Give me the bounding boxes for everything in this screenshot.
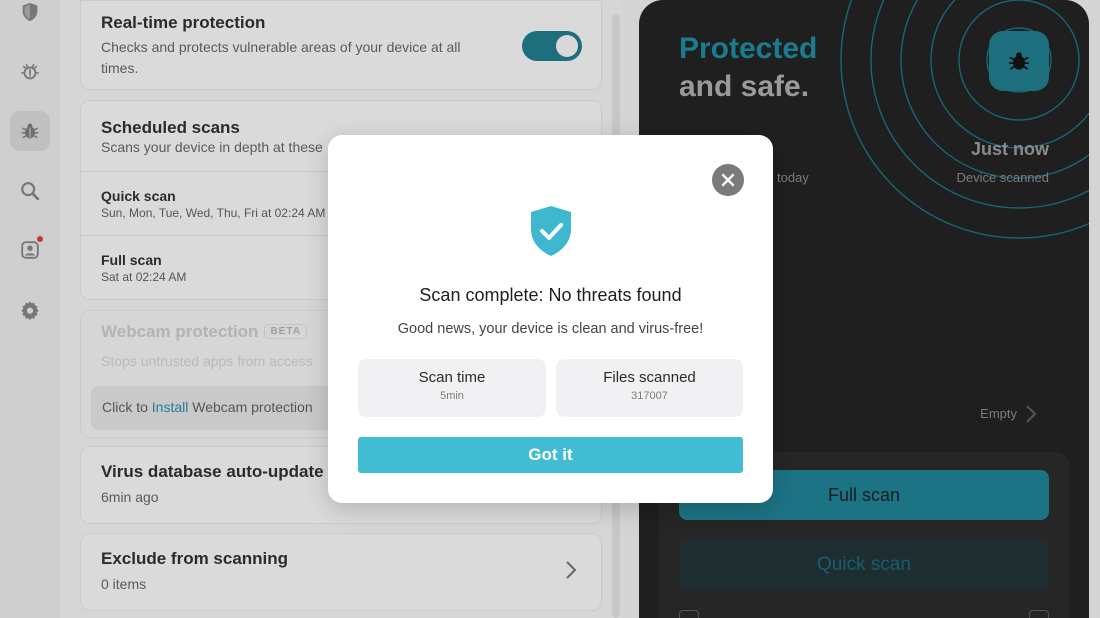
- files-scanned-box: Files scanned 317007: [556, 359, 743, 417]
- realtime-description: Checks and protects vulnerable areas of …: [101, 39, 461, 76]
- last-scan-label: Device scanned: [956, 170, 1050, 185]
- got-it-button[interactable]: Got it: [358, 437, 743, 473]
- nav-shield[interactable]: [10, 0, 50, 32]
- webcam-title-text: Webcam protection: [101, 322, 259, 341]
- shield-check-icon: [531, 206, 571, 256]
- scan-time-value: 5min: [440, 390, 464, 402]
- database-title: Virus database auto-update: [101, 462, 324, 481]
- quarantine-empty[interactable]: Empty: [980, 406, 1017, 421]
- corner-box: [679, 610, 699, 618]
- alert-bug-icon: [21, 63, 39, 80]
- corner-box: [1029, 610, 1049, 618]
- headline-line-1: Protected: [679, 32, 818, 65]
- notification-dot: [37, 236, 43, 242]
- search-icon: [21, 182, 40, 201]
- gear-icon: [21, 301, 39, 321]
- quick-scan-button[interactable]: Quick scan: [679, 540, 1049, 590]
- scheduled-description: Scans your device in depth at these: [101, 139, 323, 155]
- realtime-protection-card: Real-time protection Checks and protects…: [80, 0, 602, 90]
- full-scan-schedule[interactable]: Full scan Sat at 02:24 AM: [101, 252, 186, 284]
- scheduled-title: Scheduled scans: [101, 118, 240, 137]
- nav-account[interactable]: [10, 230, 50, 270]
- exclude-title: Exclude from scanning: [101, 549, 289, 568]
- install-suffix: Webcam protection: [188, 399, 313, 415]
- account-icon: [21, 241, 39, 259]
- scan-complete-dialog: Scan complete: No threats found Good new…: [328, 135, 773, 503]
- bug-icon: [1008, 52, 1030, 70]
- toggle-knob: [556, 35, 578, 57]
- beta-badge: BETA: [264, 324, 307, 339]
- scan-time-box: Scan time 5min: [358, 359, 546, 417]
- nav-alerts[interactable]: [10, 52, 50, 92]
- sidebar: [0, 0, 60, 618]
- nav-scan[interactable]: [10, 111, 50, 151]
- today-label: today: [777, 170, 809, 185]
- last-scan-value: Just now: [970, 139, 1049, 159]
- install-prefix: Click to: [102, 399, 152, 415]
- files-scanned-label: Files scanned: [603, 369, 696, 386]
- files-scanned-value: 317007: [631, 390, 668, 402]
- quick-scan-days: Sun, Mon, Tue, Wed, Thu, Fri at 02:24 AM: [101, 206, 326, 220]
- exclude-count: 0 items: [101, 576, 147, 592]
- headline-line-2: and safe.: [679, 70, 810, 103]
- bug-icon: [21, 123, 39, 139]
- protection-headline: Protected and safe.: [679, 30, 817, 106]
- exclude-card[interactable]: Exclude from scanning 0 items: [80, 533, 602, 611]
- database-updated: 6min ago: [101, 489, 159, 505]
- chevron-right-icon: [1026, 405, 1037, 423]
- realtime-toggle[interactable]: [522, 31, 582, 61]
- realtime-title: Real-time protection: [101, 13, 266, 32]
- full-scan-days: Sat at 02:24 AM: [101, 270, 187, 284]
- dialog-title: Scan complete: No threats found: [419, 285, 682, 305]
- close-icon: [721, 173, 735, 187]
- scan-time-label: Scan time: [418, 369, 486, 386]
- close-button[interactable]: [712, 164, 744, 196]
- shield-icon: [22, 2, 38, 22]
- quick-scan-title: Quick scan: [101, 188, 176, 204]
- chevron-right-icon: [566, 561, 577, 579]
- scan-status-tile: [989, 31, 1049, 91]
- full-scan-title: Full scan: [101, 252, 162, 268]
- nav-search[interactable]: [10, 171, 50, 211]
- install-link[interactable]: Install: [152, 399, 189, 415]
- webcam-title: Webcam protection BETA: [101, 322, 307, 342]
- webcam-description: Stops untrusted apps from access: [101, 353, 313, 369]
- dialog-subtitle: Good news, your device is clean and viru…: [397, 321, 704, 337]
- quick-scan-schedule[interactable]: Quick scan Sun, Mon, Tue, Wed, Thu, Fri …: [101, 188, 325, 220]
- nav-settings[interactable]: [10, 290, 50, 330]
